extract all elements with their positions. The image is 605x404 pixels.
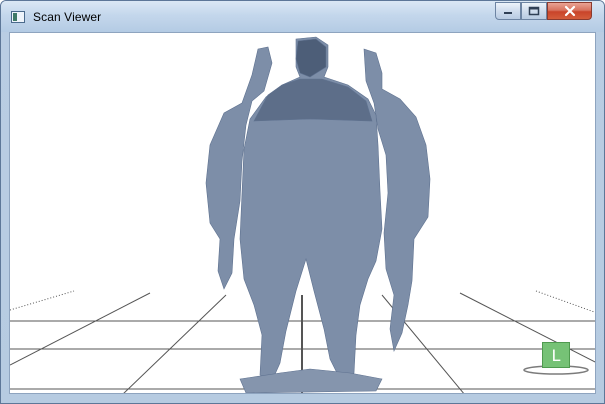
orientation-badge[interactable]: L — [542, 342, 570, 368]
minimize-icon — [504, 12, 512, 14]
window-title: Scan Viewer — [33, 10, 102, 24]
body-scan-mesh — [205, 36, 431, 393]
scan-scene — [10, 36, 595, 393]
close-icon — [564, 5, 575, 17]
title-bar[interactable]: Scan Viewer — [1, 1, 604, 32]
maximize-icon — [528, 6, 540, 16]
3d-scan-viewport[interactable]: L — [9, 32, 596, 394]
minimize-button[interactable] — [495, 2, 521, 20]
app-window-icon[interactable] — [11, 11, 25, 23]
maximize-button[interactable] — [521, 2, 547, 20]
close-button[interactable] — [547, 2, 592, 20]
scan-viewer-window: Scan Viewer L — [0, 0, 605, 404]
